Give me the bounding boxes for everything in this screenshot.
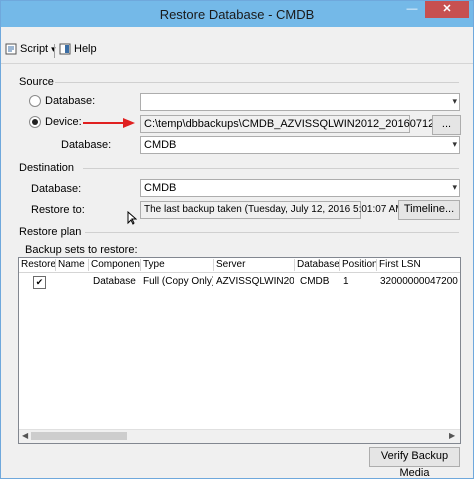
device-radio[interactable] <box>29 116 41 128</box>
browse-device-button[interactable]: ... <box>432 115 461 135</box>
device-radio-label: Device: <box>45 116 82 128</box>
source-heading: Source <box>19 76 54 88</box>
destination-heading: Destination <box>19 162 75 174</box>
script-icon <box>5 43 17 55</box>
device-path-field[interactable]: C:\temp\dbbackups\CMDB_AZVISSQLWIN2012_2… <box>140 115 459 133</box>
help-button[interactable]: Help <box>59 43 97 55</box>
help-label: Help <box>74 43 97 55</box>
restore-to-field[interactable]: The last backup taken (Tuesday, July 12,… <box>140 201 407 219</box>
database-radio[interactable] <box>29 95 41 107</box>
source-database-combo[interactable]: CMDB ▾ <box>140 136 460 154</box>
column-header-component[interactable]: Component <box>89 259 141 271</box>
toolbar: Script ▾ Help <box>1 39 473 61</box>
mouse-cursor-icon <box>127 211 137 225</box>
scroll-left-icon[interactable]: ◀ <box>22 431 28 440</box>
minimize-button[interactable]: — <box>401 1 423 18</box>
cell-server: AZVISSQLWIN2012 <box>216 276 294 287</box>
chevron-down-icon: ▾ <box>452 139 457 149</box>
column-header-type[interactable]: Type <box>141 259 214 271</box>
scroll-right-icon[interactable]: ▶ <box>449 431 455 440</box>
source-divider <box>55 82 459 83</box>
destination-database-select[interactable]: CMDB ▾ <box>140 179 460 197</box>
destination-divider <box>83 168 459 169</box>
close-button[interactable]: ✕ <box>425 1 469 18</box>
horizontal-scrollbar[interactable]: ◀ ▶ <box>19 429 460 443</box>
cell-position: 1 <box>343 276 349 287</box>
source-database-combo-value: CMDB <box>144 139 177 151</box>
script-button[interactable]: Script ▾ <box>5 43 56 55</box>
restore-to-value: The last backup taken (Tuesday, July 12,… <box>144 204 407 215</box>
cell-type: Full (Copy Only) <box>143 276 213 287</box>
column-header-name[interactable]: Name <box>56 259 89 271</box>
column-header-database[interactable]: Database <box>295 259 340 271</box>
column-header-server[interactable]: Server <box>214 259 295 271</box>
chevron-down-icon: ▾ <box>452 182 457 192</box>
scrollbar-thumb[interactable] <box>31 432 127 440</box>
cell-database: CMDB <box>300 276 330 287</box>
grid-header: Restore Name Component Type Server Datab… <box>19 258 460 273</box>
database-radio-label: Database: <box>45 95 96 107</box>
annotation-arrow-icon <box>83 118 135 128</box>
toolbar-separator <box>54 44 55 58</box>
restore-plan-divider <box>85 232 459 233</box>
cell-first-lsn: 32000000047200001 <box>380 276 458 287</box>
title-bar[interactable]: Restore Database - CMDB — ✕ <box>1 1 473 27</box>
radio-selected-dot <box>32 119 38 125</box>
destination-database-value: CMDB <box>144 182 177 194</box>
verify-backup-media-button[interactable]: Verify Backup Media <box>369 447 460 479</box>
help-icon <box>59 43 71 55</box>
cell-component: Database <box>93 276 136 287</box>
chevron-down-icon: ▾ <box>452 96 457 106</box>
column-header-restore[interactable]: Restore <box>19 259 56 271</box>
restore-to-label: Restore to: <box>31 204 85 216</box>
source-database-label: Database: <box>61 139 112 151</box>
column-header-first-lsn[interactable]: First LSN <box>377 259 459 271</box>
backup-sets-grid[interactable]: Restore Name Component Type Server Datab… <box>18 257 461 444</box>
restore-database-window: Restore Database - CMDB — ✕ Script ▾ Hel… <box>0 0 474 479</box>
device-path-value: C:\temp\dbbackups\CMDB_AZVISSQLWIN2012_2… <box>144 118 460 130</box>
timeline-button[interactable]: Timeline... <box>398 200 460 220</box>
script-label: Script <box>20 43 49 55</box>
column-header-position[interactable]: Position <box>340 259 377 271</box>
toolbar-divider <box>1 63 473 64</box>
source-database-select[interactable]: ▾ <box>140 93 460 111</box>
backup-sets-label: Backup sets to restore: <box>25 244 138 256</box>
restore-checkbox[interactable]: ✔ <box>33 276 46 289</box>
table-row[interactable]: ✔ Database Full (Copy Only) AZVISSQLWIN2… <box>19 273 460 291</box>
restore-plan-heading: Restore plan <box>19 226 82 238</box>
destination-database-label: Database: <box>31 183 82 195</box>
